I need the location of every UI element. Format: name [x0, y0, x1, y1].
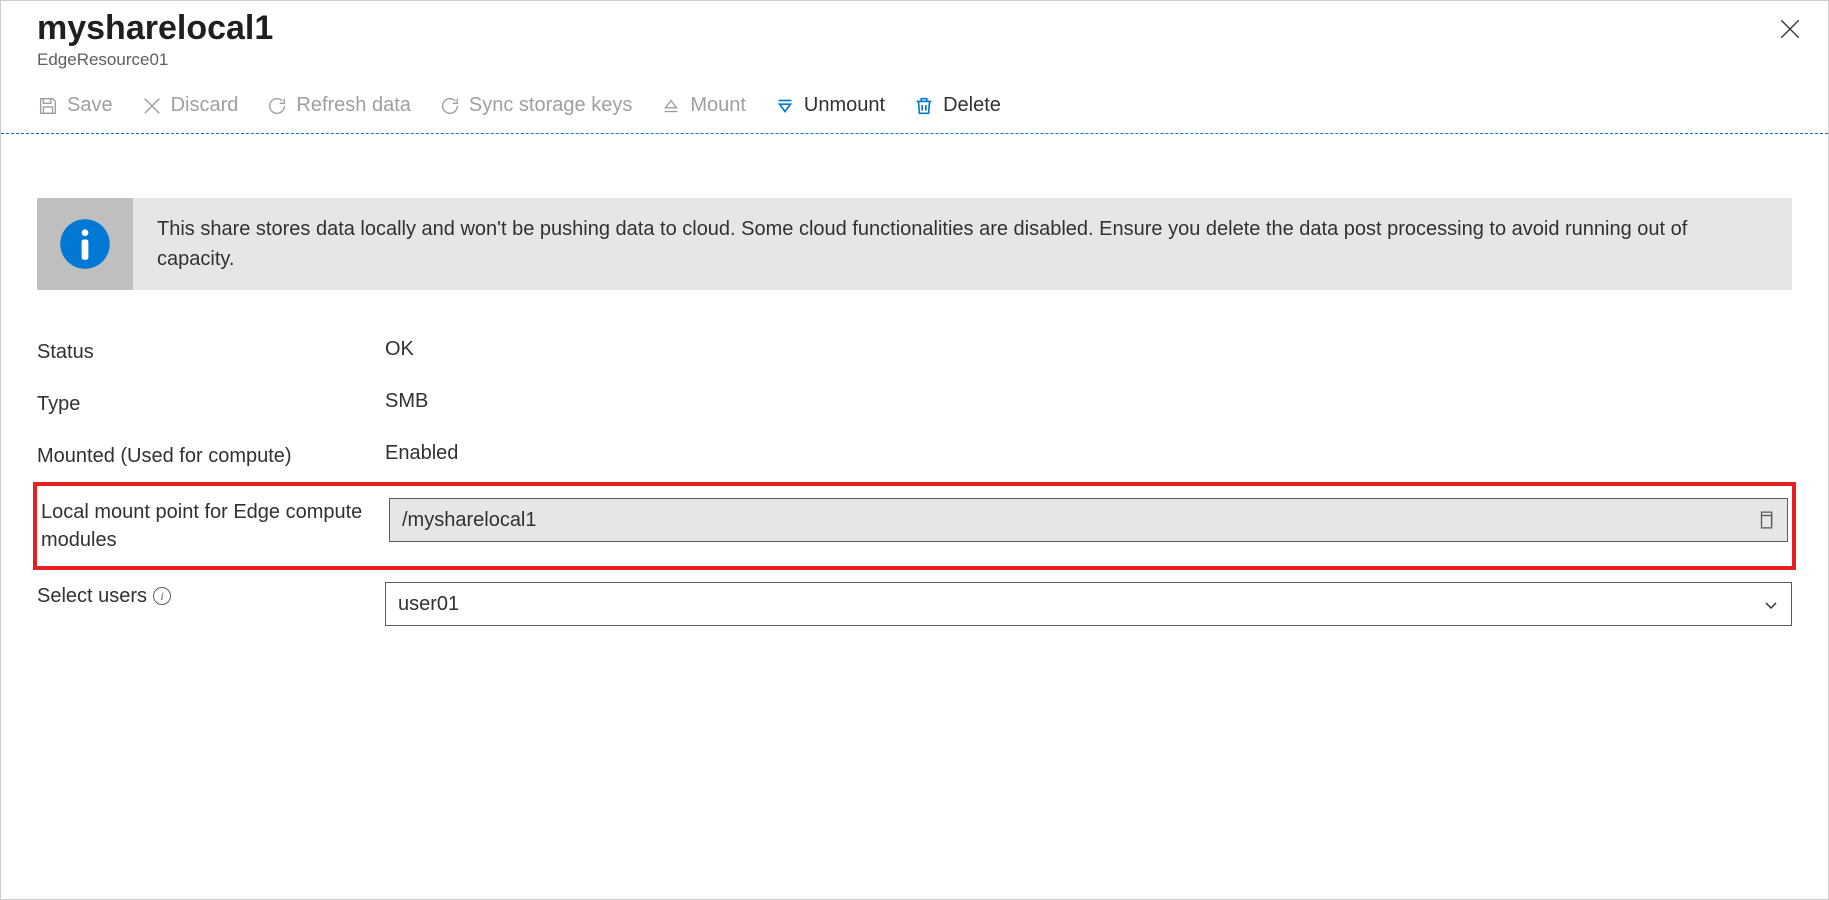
- sync-label: Sync storage keys: [469, 94, 632, 117]
- select-users-value: user01: [398, 593, 459, 616]
- info-banner-text: This share stores data locally and won't…: [133, 198, 1792, 290]
- mount-point-label: Local mount point for Edge compute modul…: [41, 498, 389, 554]
- chevron-down-icon: [1763, 596, 1779, 612]
- delete-label: Delete: [943, 94, 1001, 117]
- page-subtitle: EdgeResource01: [37, 50, 1792, 70]
- save-icon: [37, 95, 59, 117]
- select-users-dropdown[interactable]: user01: [385, 582, 1792, 626]
- mounted-value: Enabled: [385, 442, 1792, 465]
- type-value: SMB: [385, 390, 1792, 413]
- discard-icon: [141, 95, 163, 117]
- discard-button[interactable]: Discard: [141, 94, 239, 117]
- close-button[interactable]: [1780, 19, 1800, 39]
- discard-label: Discard: [171, 94, 239, 117]
- mount-button[interactable]: Mount: [660, 94, 746, 117]
- delete-button[interactable]: Delete: [913, 94, 1001, 117]
- mount-point-field[interactable]: /mysharelocal1: [389, 498, 1788, 542]
- info-banner: This share stores data locally and won't…: [37, 198, 1792, 290]
- refresh-icon: [266, 95, 288, 117]
- copy-icon[interactable]: [1757, 511, 1775, 529]
- type-label: Type: [37, 390, 385, 418]
- status-value: OK: [385, 338, 1792, 361]
- unmount-icon: [774, 95, 796, 117]
- mount-point-row-highlight: Local mount point for Edge compute modul…: [33, 482, 1796, 570]
- toolbar: Save Discard Refresh data Sync storage k…: [1, 80, 1828, 134]
- mounted-label: Mounted (Used for compute): [37, 442, 385, 470]
- info-tooltip-icon[interactable]: i: [153, 587, 171, 605]
- sync-icon: [439, 95, 461, 117]
- save-label: Save: [67, 94, 113, 117]
- page-title: mysharelocal1: [37, 9, 1792, 48]
- info-icon: [37, 198, 133, 290]
- unmount-label: Unmount: [804, 94, 885, 117]
- select-users-label: Select users: [37, 582, 147, 610]
- mount-label: Mount: [690, 94, 746, 117]
- save-button[interactable]: Save: [37, 94, 113, 117]
- refresh-button[interactable]: Refresh data: [266, 94, 411, 117]
- refresh-label: Refresh data: [296, 94, 411, 117]
- delete-icon: [913, 95, 935, 117]
- sync-button[interactable]: Sync storage keys: [439, 94, 632, 117]
- close-icon: [1780, 19, 1800, 39]
- status-label: Status: [37, 338, 385, 366]
- mount-icon: [660, 95, 682, 117]
- mount-point-value: /mysharelocal1: [402, 509, 537, 532]
- unmount-button[interactable]: Unmount: [774, 94, 885, 117]
